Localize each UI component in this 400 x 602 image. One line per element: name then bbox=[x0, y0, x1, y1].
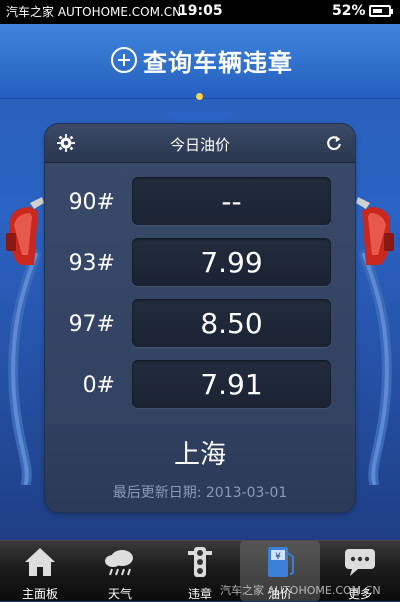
home-icon bbox=[25, 548, 55, 576]
price-row-93: 93# 7.99 bbox=[45, 237, 355, 287]
fuel-price-value: 7.91 bbox=[132, 360, 331, 408]
tab-weather[interactable]: 天气 bbox=[80, 541, 160, 601]
battery-percent: 52% bbox=[332, 3, 366, 19]
fuel-grade-label: 97# bbox=[68, 312, 115, 337]
last-updated-text: 最后更新日期: 2013-03-01 bbox=[112, 485, 288, 501]
fuel-grade-label: 0# bbox=[82, 373, 115, 398]
card-title: 今日油价 bbox=[169, 136, 230, 154]
right-fuel-nozzle-icon bbox=[356, 197, 394, 485]
more-icon bbox=[345, 549, 375, 576]
status-time: 19:05 bbox=[178, 3, 223, 19]
tab-label: 天气 bbox=[107, 587, 132, 601]
oil-price-card: 今日油价 90# -- 93# 7.99 97# 8.50 0# 7.91 上海… bbox=[45, 124, 355, 512]
tab-home[interactable]: 主面板 bbox=[0, 541, 80, 601]
battery-icon bbox=[369, 5, 393, 17]
query-violations-button[interactable]: 查询车辆违章 bbox=[97, 40, 307, 80]
price-row-0: 0# 7.91 bbox=[45, 359, 355, 409]
fuel-grade-label: 90# bbox=[68, 190, 115, 215]
svg-text:¥: ¥ bbox=[275, 552, 281, 562]
city-name[interactable]: 上海 bbox=[45, 434, 355, 471]
page-indicator-dot bbox=[196, 93, 203, 100]
refresh-icon[interactable] bbox=[325, 134, 343, 152]
query-violations-label: 查询车辆违章 bbox=[143, 48, 293, 77]
watermark-bottom: 汽车之家 AUTOHOME.COM.CN bbox=[220, 584, 381, 597]
card-header: 今日油价 bbox=[45, 124, 355, 163]
price-row-97: 97# 8.50 bbox=[45, 298, 355, 348]
fuel-price-value: 8.50 bbox=[132, 299, 331, 347]
fuel-price-value: 7.99 bbox=[132, 238, 331, 286]
watermark-top: 汽车之家 AUTOHOME.COM.CN bbox=[6, 5, 182, 19]
left-fuel-nozzle-icon bbox=[6, 197, 44, 485]
traffic-light-icon bbox=[188, 547, 212, 577]
status-bar: 汽车之家 AUTOHOME.COM.CN 19:05 52% bbox=[0, 0, 400, 24]
price-row-90: 90# -- bbox=[45, 176, 355, 226]
tab-label: 主面板 bbox=[21, 587, 58, 601]
weather-icon bbox=[105, 550, 133, 576]
fuel-icon: ¥ bbox=[268, 547, 294, 577]
fuel-grade-label: 93# bbox=[68, 251, 115, 276]
plus-icon bbox=[111, 47, 137, 73]
fuel-price-value: -- bbox=[132, 177, 331, 225]
